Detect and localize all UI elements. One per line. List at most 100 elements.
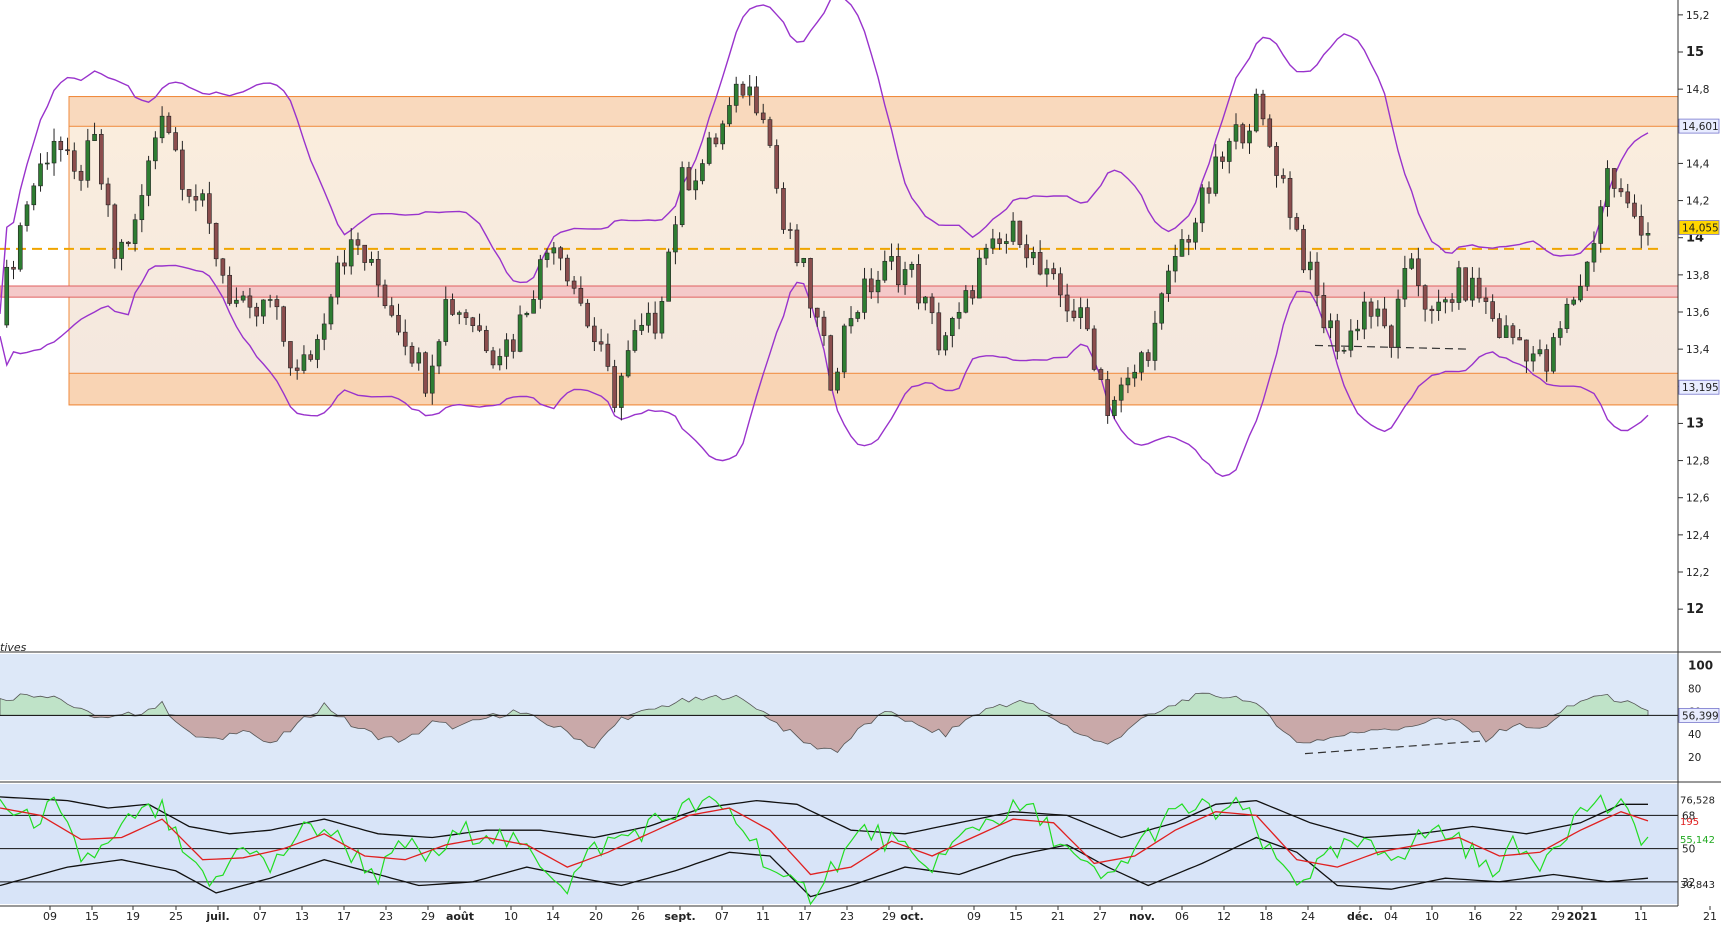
candle-body <box>619 375 624 408</box>
time-tick-label: 15 <box>1009 910 1023 923</box>
candle-body <box>92 133 97 141</box>
candle-body <box>1395 298 1401 348</box>
candle-body <box>875 279 881 293</box>
time-tick-label: 12 <box>1217 910 1231 923</box>
candle-body <box>1389 325 1394 348</box>
time-tick-label: 11 <box>1634 910 1648 923</box>
resistance-zone <box>68 96 1679 127</box>
candle-body <box>328 296 334 325</box>
time-tick-label: 15 <box>85 910 99 923</box>
candle-body <box>706 137 712 164</box>
candle-body <box>612 366 617 408</box>
candle-body <box>950 318 955 336</box>
candle-body <box>632 330 638 351</box>
stochastic-value-label: 195 <box>1680 817 1699 828</box>
candle-body <box>1328 320 1333 329</box>
candle-body <box>801 258 807 263</box>
candle-body <box>652 312 658 334</box>
candle-body <box>1220 156 1225 162</box>
candle-body <box>565 257 570 282</box>
candle-body <box>132 219 138 244</box>
time-tick-label: 23 <box>379 910 393 923</box>
price-tick-label: 12,6 <box>1686 493 1710 505</box>
candle-body <box>1429 308 1435 312</box>
candle-body <box>760 112 766 120</box>
candle-body <box>1287 178 1293 218</box>
time-tick-label: sept. <box>664 910 695 923</box>
candle-body <box>1625 191 1631 204</box>
candle-body <box>1166 270 1171 295</box>
candle-body <box>1179 239 1185 257</box>
candle-body <box>767 119 773 146</box>
candle-body <box>1402 268 1408 300</box>
candle-body <box>51 140 57 164</box>
candle-body <box>1443 299 1448 303</box>
candle-body <box>180 149 185 190</box>
oscillator-panel <box>0 654 1678 780</box>
candle-body <box>1490 301 1495 319</box>
candle-body <box>1085 307 1090 330</box>
candle-body <box>673 224 678 253</box>
candle-body <box>58 140 64 151</box>
candle-body <box>511 339 516 352</box>
candle-body <box>1213 156 1219 194</box>
stochastic-value-label: 76,528 <box>1680 796 1715 807</box>
candle-body <box>146 160 151 196</box>
candle-body <box>1517 337 1522 341</box>
chart-root: 15,21514,814,614,414,21413,813,613,413,2… <box>0 0 1721 925</box>
candle-body <box>193 196 199 201</box>
time-tick-label: 09 <box>967 910 981 923</box>
candle-body <box>1632 202 1637 217</box>
stochastic-value-box <box>1696 814 1721 827</box>
candle-body <box>1125 377 1131 386</box>
candle-body <box>524 312 530 316</box>
time-tick-label: 29 <box>1551 910 1565 923</box>
time-tick-label: 09 <box>43 910 57 923</box>
price-tick-label: 12,8 <box>1686 456 1709 468</box>
time-tick-label: 17 <box>337 910 351 923</box>
time-tick-label: 06 <box>1175 910 1189 923</box>
candle-body <box>517 314 523 352</box>
oscillator-value-label: 56,399 <box>1682 710 1719 722</box>
candle-body <box>38 163 43 187</box>
candle-body <box>17 225 23 270</box>
time-tick-label: 29 <box>421 910 435 923</box>
candle-body <box>1449 299 1455 303</box>
time-tick-label: 07 <box>715 910 729 923</box>
candle-body <box>1064 294 1070 312</box>
candle-body <box>348 239 354 267</box>
candle-body <box>71 150 77 172</box>
candle-body <box>44 162 50 165</box>
candle-body <box>1578 286 1583 301</box>
candle-body <box>666 251 671 302</box>
candle-body <box>821 316 827 336</box>
candle-body <box>375 258 381 286</box>
candle-body <box>639 324 644 331</box>
candle-body <box>1551 337 1556 372</box>
candle-body <box>929 296 935 314</box>
candle-body <box>342 262 347 267</box>
candle-body <box>1071 310 1077 318</box>
time-tick-label: 26 <box>631 910 645 923</box>
candle-body <box>1436 301 1441 312</box>
candle-body <box>1199 187 1205 224</box>
candle-body <box>11 266 16 270</box>
candle-body <box>1524 339 1529 362</box>
upper-band-label: 14,601 <box>1682 121 1719 133</box>
candle-body <box>693 180 698 191</box>
time-tick-label: 23 <box>840 910 854 923</box>
candle-body <box>558 247 563 259</box>
price-tick-label: 12,2 <box>1686 567 1709 579</box>
candle-body <box>1139 352 1144 373</box>
time-tick-label: 17 <box>798 910 812 923</box>
candle-body <box>1409 258 1414 269</box>
candle-body <box>963 290 969 313</box>
candle-body <box>139 195 145 221</box>
candle-body <box>85 140 91 181</box>
candle-body <box>814 307 820 318</box>
candle-body <box>1591 243 1597 263</box>
candle-body <box>301 354 307 371</box>
oscillator-tick-label: 80 <box>1688 683 1701 695</box>
candle-body <box>1341 349 1347 352</box>
candle-body <box>895 256 901 286</box>
